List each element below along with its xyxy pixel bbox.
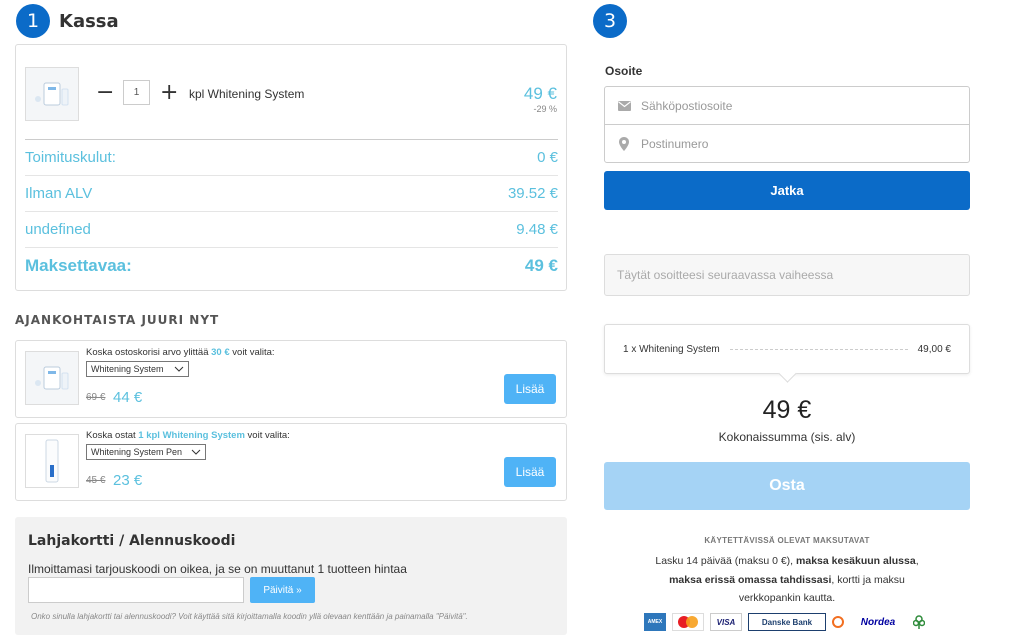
payment-methods-text: Lasku 14 päivää (maksu 0 €), maksa kesäk…: [604, 552, 970, 608]
offer-text-part: voit valita:: [229, 347, 275, 358]
email-field[interactable]: Sähköpostiosoite: [604, 86, 970, 125]
offer-select[interactable]: Whitening System: [86, 361, 189, 377]
order-summary: 1 x Whitening System 49,00 €: [604, 324, 970, 374]
mastercard-logo: [672, 613, 704, 631]
order-total-label: Kokonaissumma (sis. alv): [718, 430, 856, 444]
total-row: Maksettavaa: 49 €: [25, 247, 558, 283]
quantity-input[interactable]: [123, 80, 150, 105]
offer-select[interactable]: Whitening System Pen: [86, 444, 206, 460]
summary-label: Toimituskulut:: [25, 149, 116, 166]
zip-placeholder: Postinumero: [641, 136, 709, 151]
payment-text-bold: maksa kesäkuun alussa: [796, 555, 916, 567]
visa-logo: VISA: [710, 613, 742, 631]
offer-text-part: voit valita:: [244, 430, 290, 441]
danske-bank-logo: Danske Bank: [748, 613, 826, 631]
vat-row: undefined 9.48 €: [25, 211, 558, 247]
add-offer-button[interactable]: Lisää: [504, 457, 556, 487]
product-name: kpl Whitening System: [189, 87, 305, 101]
gift-code-input[interactable]: [28, 577, 244, 603]
offer-select-value: Whitening System Pen: [91, 447, 183, 457]
excl-vat-row: Ilman ALV 39.52 €: [25, 175, 558, 211]
pop-bank-icon: [912, 613, 926, 631]
payment-text-part: ,: [915, 555, 919, 567]
gift-card-section: Lahjakortti / Alennuskoodi Ilmoittamasi …: [15, 517, 567, 635]
offer-old-price: 45 €: [86, 475, 106, 486]
summary-value: 9.48 €: [516, 221, 558, 238]
buy-button[interactable]: Osta: [604, 462, 970, 510]
gift-card-title: Lahjakortti / Alennuskoodi: [28, 533, 236, 549]
offer-thumbnail: [25, 434, 79, 488]
email-placeholder: Sähköpostiosoite: [641, 98, 733, 113]
continue-button[interactable]: Jatka: [604, 171, 970, 210]
offer-card: Koska ostat 1 kpl Whitening System voit …: [15, 423, 567, 501]
decrease-quantity-button[interactable]: −: [96, 82, 114, 104]
add-offer-button[interactable]: Lisää: [504, 374, 556, 404]
summary-value: 0 €: [537, 149, 558, 166]
nordea-logo: Nordea: [860, 616, 896, 628]
step-1-title: Kassa: [59, 11, 119, 32]
dotted-leader: [729, 349, 908, 350]
update-code-button[interactable]: Päivitä »: [250, 577, 315, 603]
product-thumbnail: [25, 67, 79, 121]
gift-card-message: Ilmoittamasi tarjouskoodi on oikea, ja s…: [28, 562, 407, 576]
payment-methods-heading: KÄYTETTÄVISSÄ OLEVAT MAKSUTAVAT: [704, 536, 870, 545]
payment-text-part: verkkopankin kautta.: [738, 592, 836, 604]
summary-label: undefined: [25, 221, 91, 238]
order-line-item: 1 x Whitening System 49,00 €: [623, 344, 951, 355]
offer-select-value: Whitening System: [91, 364, 164, 374]
bank-icon: [832, 613, 844, 631]
offer-text-part: Koska ostat: [86, 430, 139, 441]
order-item-price: 49,00 €: [917, 344, 951, 355]
chevron-down-icon: [174, 366, 184, 372]
gift-card-note: Onko sinulla lahjakortti tai alennuskood…: [31, 612, 468, 621]
step-1-badge: 1: [16, 4, 50, 38]
payment-text-part: , kortti ja maksu: [831, 573, 905, 586]
step-3-badge: 3: [593, 4, 627, 38]
offer-description: Koska ostoskorisi arvo ylittää 30 € voit…: [86, 347, 275, 358]
payment-text-bold: maksa erissä omassa tahdissasi: [669, 573, 832, 586]
product-price: 49 €: [523, 84, 557, 103]
offer-old-price: 69 €: [86, 392, 106, 403]
address-next-step-note: Täytät osoitteesi seuraavassa vaiheessa: [604, 254, 970, 296]
map-pin-icon: [617, 136, 631, 151]
offer-thumbnail: [25, 351, 79, 405]
offer-text-part: Koska ostoskorisi arvo ylittää: [86, 347, 212, 358]
summary-label: Ilman ALV: [25, 185, 93, 202]
order-item-name: 1 x Whitening System: [623, 344, 720, 355]
address-label: Osoite: [605, 64, 643, 78]
increase-quantity-button[interactable]: +: [160, 82, 178, 104]
total-value: 49 €: [524, 255, 558, 275]
cart-summary: − + kpl Whitening System 49 € -29 % Toim…: [15, 44, 567, 291]
product-discount: -29 %: [533, 104, 557, 114]
payment-logos: AMEX VISA Danske Bank Nordea: [644, 611, 926, 633]
offer-description: Koska ostat 1 kpl Whitening System voit …: [86, 430, 290, 441]
amex-logo: AMEX: [644, 613, 666, 631]
zip-field[interactable]: Postinumero: [604, 124, 970, 163]
offers-heading: AJANKOHTAISTA JUURI NYT: [15, 313, 220, 327]
total-label: Maksettavaa:: [25, 255, 132, 275]
chevron-down-icon: [191, 449, 201, 455]
payment-text-part: Lasku 14 päivää (maksu 0 €),: [655, 555, 797, 567]
shipping-row: Toimituskulut: 0 €: [25, 139, 558, 175]
envelope-icon: [617, 100, 631, 111]
summary-value: 39.52 €: [507, 185, 558, 202]
order-total-amount: 49 €: [762, 396, 812, 424]
offer-card: Koska ostoskorisi arvo ylittää 30 € voit…: [15, 340, 567, 418]
offer-new-price: 44 €: [113, 389, 143, 406]
offer-highlight: 1 kpl Whitening System: [138, 430, 245, 441]
offer-new-price: 23 €: [113, 472, 143, 489]
offer-highlight: 30 €: [211, 347, 230, 358]
